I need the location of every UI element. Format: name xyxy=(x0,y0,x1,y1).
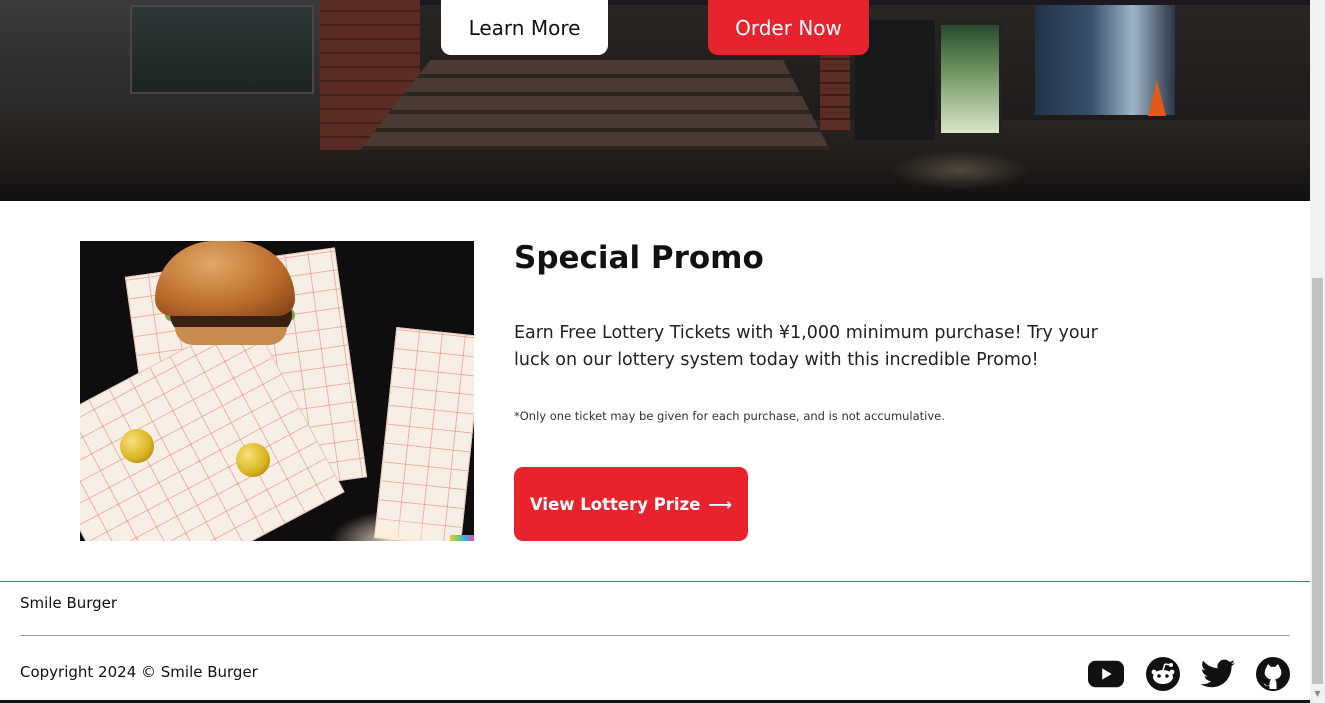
view-lottery-prize-label: View Lottery Prize xyxy=(529,494,701,514)
scrollbar-thumb[interactable] xyxy=(1312,278,1323,684)
promo-description: Earn Free Lottery Tickets with ¥1,000 mi… xyxy=(514,323,1098,370)
hero-banner xyxy=(0,0,1310,201)
learn-more-button[interactable]: Learn More xyxy=(441,0,608,55)
promo-image xyxy=(80,241,474,541)
lottery-ticket-illustration xyxy=(374,327,474,541)
image-light-flare xyxy=(330,511,450,541)
reddit-icon[interactable] xyxy=(1145,656,1181,692)
hero-traffic-cone xyxy=(1148,80,1166,116)
youtube-icon[interactable] xyxy=(1088,656,1124,692)
view-lottery-prize-button[interactable]: View Lottery Prize ⟶ xyxy=(514,467,748,541)
hero-stairs xyxy=(360,60,830,150)
scroll-down-arrow-icon[interactable]: ▼ xyxy=(1312,688,1323,700)
image-color-badge xyxy=(450,535,474,541)
lottery-ball xyxy=(236,443,270,477)
twitter-icon[interactable] xyxy=(1200,656,1236,692)
lottery-ball xyxy=(120,429,154,463)
hero-signboard xyxy=(938,22,1002,136)
footer-copyright: Copyright 2024 © Smile Burger xyxy=(20,663,258,681)
promo-title: Special Promo xyxy=(514,240,764,276)
order-now-button[interactable]: Order Now xyxy=(708,0,869,55)
arrow-right-icon: ⟶ xyxy=(708,494,733,514)
footer-top-border xyxy=(0,581,1310,582)
hero-window xyxy=(130,5,314,94)
burger-bottom-bun xyxy=(175,327,287,345)
footer-brand: Smile Burger xyxy=(20,594,118,612)
footer-divider xyxy=(20,635,1290,636)
hero-light-glow xyxy=(890,150,1030,190)
promo-note: *Only one ticket may be given for each p… xyxy=(514,409,945,423)
burger-bun xyxy=(155,241,295,316)
github-icon[interactable] xyxy=(1255,656,1291,692)
